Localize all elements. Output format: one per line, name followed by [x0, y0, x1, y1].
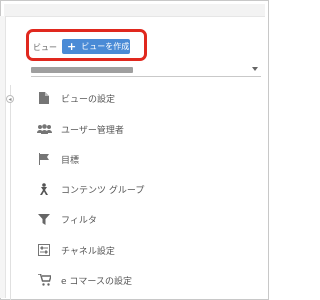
menu-item-label: 目標	[61, 155, 80, 166]
menu-item-goals[interactable]: 目標	[36, 151, 246, 167]
top-bar	[4, 4, 265, 17]
menu-item-channel-settings[interactable]: チャネル設定	[36, 242, 246, 258]
menu-item-label: コンテンツ グループ	[61, 185, 145, 196]
view-selector-value-redacted	[31, 67, 133, 73]
chevron-down-icon	[252, 67, 258, 71]
menu-item-label: e コマースの設定	[61, 276, 132, 287]
funnel-icon	[36, 211, 52, 227]
create-view-button-label: ビューを作成	[81, 42, 130, 51]
shopping-cart-icon	[36, 272, 52, 288]
create-view-button[interactable]: + ビューを作成	[62, 39, 130, 54]
users-icon	[36, 121, 52, 137]
left-panel-edge	[0, 16, 6, 298]
collapse-handle-icon[interactable]: ◂	[6, 95, 14, 103]
menu-item-content-grouping[interactable]: コンテンツ グループ	[36, 181, 246, 197]
menu-item-view-settings[interactable]: ビューの設定	[36, 90, 246, 106]
view-selector[interactable]	[31, 64, 261, 77]
menu-item-user-management[interactable]: ユーザー管理者	[36, 121, 246, 137]
menu-item-ecommerce-settings[interactable]: e コマースの設定	[36, 272, 246, 288]
view-label: ビュー	[33, 43, 57, 52]
plus-icon: +	[67, 40, 77, 53]
menu-item-label: ユーザー管理者	[61, 125, 124, 136]
channel-settings-icon	[36, 242, 52, 258]
flag-icon	[36, 151, 52, 167]
document-icon	[36, 90, 52, 106]
menu-item-filters[interactable]: フィルタ	[36, 211, 246, 227]
person-hierarchy-icon	[36, 181, 52, 197]
menu-item-label: チャネル設定	[61, 246, 115, 257]
menu-item-label: ビューの設定	[61, 94, 116, 105]
menu-item-label: フィルタ	[61, 215, 97, 226]
column-rail	[10, 85, 11, 300]
